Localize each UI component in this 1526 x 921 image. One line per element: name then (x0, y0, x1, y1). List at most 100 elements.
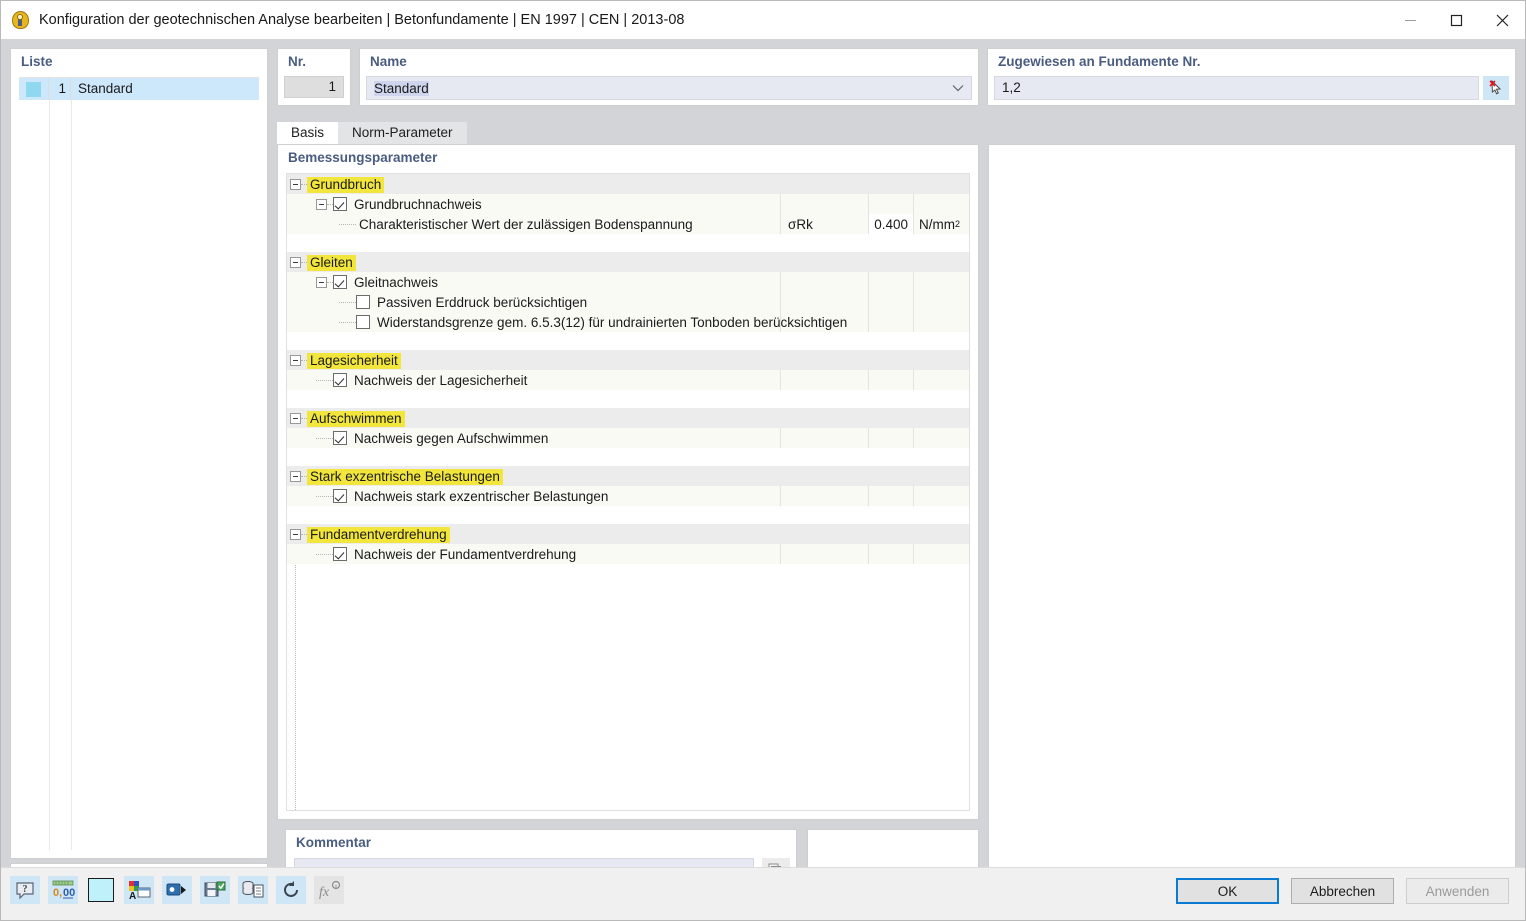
collapse-icon[interactable] (290, 178, 301, 190)
list-item-label: Standard (78, 81, 133, 96)
tree-check-row[interactable]: Nachweis der Lagesicherheit (287, 370, 969, 390)
checkbox-widerstandsgrenze[interactable] (356, 315, 370, 329)
assigned-caption: Zugewiesen an Fundamente Nr. (998, 54, 1201, 69)
tree-row-unit (913, 194, 969, 214)
tree-row-label: Nachweis der Fundamentverdrehung (354, 546, 577, 562)
tree-spacer (287, 506, 969, 524)
assigned-input[interactable]: 1,2 (994, 76, 1479, 100)
tree-row-value[interactable]: 0.400 (868, 214, 913, 234)
number-input[interactable]: 1 (284, 76, 344, 98)
tree-check-row[interactable]: Nachweis stark exzentrischer Belastungen (287, 486, 969, 506)
tree-group-row[interactable]: Aufschwimmen (287, 408, 969, 428)
tree-row-symbol (780, 194, 868, 214)
units-format-button[interactable]: A (124, 876, 154, 904)
dialog-buttons: OK Abbrechen Anwenden (1164, 878, 1509, 904)
collapse-icon[interactable] (290, 412, 301, 424)
tree-check-row[interactable]: Widerstandsgrenze gem. 6.5.3(12) für und… (287, 312, 969, 332)
name-combobox[interactable]: Standard (366, 76, 972, 100)
ok-button[interactable]: OK (1176, 878, 1279, 904)
close-icon[interactable] (1479, 1, 1525, 39)
tree-group-row[interactable]: Gleiten (287, 252, 969, 272)
tree-row-label: Gleitnachweis (354, 274, 439, 290)
reset-button[interactable] (276, 876, 306, 904)
tree-row-label: Nachweis der Lagesicherheit (354, 372, 528, 388)
list-caption: Liste (21, 54, 53, 69)
magnifier-yellow-icon (11, 10, 31, 30)
export-button[interactable] (162, 876, 192, 904)
tree-row-label: Widerstandsgrenze gem. 6.5.3(12) für und… (377, 314, 848, 330)
tree-check-row[interactable]: Passiven Erddruck berücksichtigen (287, 292, 969, 312)
color-swatch-button[interactable] (86, 876, 116, 904)
tree-group-row[interactable]: Fundamentverdrehung (287, 524, 969, 544)
list-item-color-swatch[interactable] (19, 78, 49, 100)
list-panel: Liste 1 Standard (10, 48, 268, 859)
tree-check-row[interactable]: Nachweis gegen Aufschwimmen (287, 428, 969, 448)
preview-panel (988, 144, 1516, 892)
formula-button: fx x (314, 876, 344, 904)
tree-check-row[interactable]: Gleitnachweis (287, 272, 969, 292)
checkbox-lagesicherheit[interactable] (333, 373, 347, 387)
tree-spacer (287, 448, 969, 466)
checkbox-stark-exzentrische-belastungen[interactable] (333, 489, 347, 503)
tree-row-label: Passiven Erddruck berücksichtigen (377, 294, 588, 310)
tree-value-row[interactable]: Charakteristischer Wert der zulässigen B… (287, 214, 969, 234)
name-panel: Name Standard (359, 48, 979, 106)
list-grid-lines (19, 100, 259, 850)
parameter-tree[interactable]: Grundbruch Grundbruchnachweis Charakteri… (286, 173, 970, 811)
cancel-button[interactable]: Abbrechen (1291, 878, 1394, 904)
tree-row-label: Nachweis stark exzentrischer Belastungen (354, 488, 609, 504)
checkbox-passiven-erddruck[interactable] (356, 295, 370, 309)
svg-text:0,: 0, (53, 887, 62, 899)
assigned-panel: Zugewiesen an Fundamente Nr. 1,2 (987, 48, 1516, 106)
bottom-bar: ? 0, 00 A fx x OK Abbrechen Anwenden (1, 867, 1525, 920)
checkbox-grundbruchnachweis[interactable] (333, 197, 347, 211)
list-grid[interactable]: 1 Standard (19, 77, 259, 850)
save-config-button[interactable] (200, 876, 230, 904)
tree-check-row[interactable]: Nachweis der Fundamentverdrehung (287, 544, 969, 564)
tree-row-label: Nachweis gegen Aufschwimmen (354, 430, 549, 446)
tab-basis[interactable]: Basis (277, 122, 339, 144)
maximize-icon[interactable] (1433, 1, 1479, 39)
name-caption: Name (370, 54, 407, 69)
collapse-icon[interactable] (290, 528, 301, 540)
tree-row-unit: N/mm 2 (913, 214, 969, 234)
collapse-icon[interactable] (290, 354, 301, 366)
dialog-body: Liste 1 Standard Nr. 1 Name Standard Zug… (1, 39, 1525, 920)
tree-group-row[interactable]: Lagesicherheit (287, 350, 969, 370)
tree-group-label: Aufschwimmen (307, 410, 405, 427)
tree-group-label: Stark exzentrische Belastungen (307, 468, 503, 485)
collapse-icon[interactable] (290, 470, 301, 482)
number-panel: Nr. 1 (277, 48, 351, 106)
chevron-down-icon[interactable] (945, 84, 971, 92)
collapse-icon[interactable] (290, 256, 301, 268)
dialog-window: Konfiguration der geotechnischen Analyse… (0, 0, 1526, 921)
tab-norm-parameter[interactable]: Norm-Parameter (338, 122, 467, 144)
window-controls (1387, 1, 1525, 39)
checkbox-fundamentverdrehung[interactable] (333, 547, 347, 561)
svg-text:x: x (335, 884, 338, 890)
tree-row-symbol: σRk (780, 214, 868, 234)
collapse-icon[interactable] (316, 198, 327, 210)
tree-group-label: Fundamentverdrehung (307, 526, 450, 543)
help-button[interactable]: ? (10, 876, 40, 904)
tree-row-label: Charakteristischer Wert der zulässigen B… (359, 216, 693, 232)
checkbox-gleitnachweis[interactable] (333, 275, 347, 289)
tree-group-row[interactable]: Stark exzentrische Belastungen (287, 466, 969, 486)
title-bar: Konfiguration der geotechnischen Analyse… (1, 1, 1525, 39)
database-button[interactable] (238, 876, 268, 904)
tree-group-row[interactable]: Grundbruch (287, 174, 969, 194)
bottom-toolbar: ? 0, 00 A fx x (10, 876, 352, 904)
design-parameters-panel: Bemessungsparameter Grundbruch Grundbruc… (277, 144, 979, 820)
tree-spacer (287, 390, 969, 408)
minimize-icon[interactable] (1387, 1, 1433, 39)
list-item[interactable]: 1 Standard (19, 78, 259, 100)
checkbox-aufschwimmen[interactable] (333, 431, 347, 445)
tree-check-row[interactable]: Grundbruchnachweis (287, 194, 969, 214)
decimal-places-button[interactable]: 0, 00 (48, 876, 78, 904)
tree-group-label: Grundbruch (307, 176, 385, 193)
collapse-icon[interactable] (316, 276, 327, 288)
select-cursor-red-x-icon[interactable] (1483, 76, 1509, 100)
tree-spacer (287, 332, 969, 350)
name-input[interactable]: Standard (367, 80, 945, 96)
tree-row-value[interactable] (868, 194, 913, 214)
